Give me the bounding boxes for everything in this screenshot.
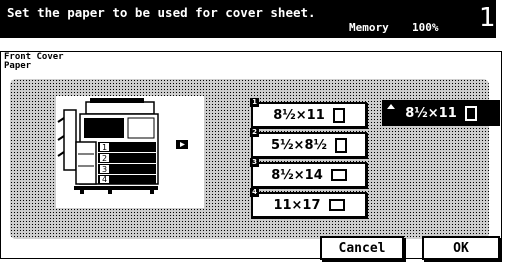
selection-arrow-icon (387, 104, 395, 109)
tray-3-button[interactable]: 3 8½×14 (250, 158, 367, 188)
tray-number-badge: 4 (250, 188, 259, 197)
ok-button[interactable]: OK (422, 236, 500, 260)
panel-label: Front Cover Paper (4, 52, 64, 71)
screen-number: 1 (479, 3, 496, 33)
portrait-paper-icon (334, 137, 347, 153)
memory-label: Memory (349, 21, 389, 34)
landscape-paper-icon (330, 169, 347, 181)
tray-paper-size: 8½×14 (271, 167, 323, 183)
memory-value: 100% (412, 21, 439, 34)
tray-4-button[interactable]: 4 11×17 (250, 188, 367, 218)
message-bar: Set the paper to be used for cover sheet… (0, 0, 496, 38)
tray-number-label: 1 (102, 143, 107, 152)
copier-machine-icon: 1 2 3 4 (57, 98, 188, 194)
tray-number-badge: 3 (250, 158, 259, 167)
selected-paper-size: 8½×11 (405, 105, 457, 121)
front-cover-paper-panel: Front Cover Paper 1 2 3 4 1 8½×11 2 5½×8… (0, 51, 502, 259)
tray-number-label: 2 (102, 154, 107, 163)
cancel-button[interactable]: Cancel (320, 236, 404, 260)
machine-illustration: 1 2 3 4 (56, 96, 204, 208)
tray-number-label: 4 (102, 175, 107, 184)
tray-paper-size: 8½×11 (273, 107, 325, 123)
tray-1-button[interactable]: 1 8½×11 (250, 98, 367, 128)
tray-2-button[interactable]: 2 5½×8½ (250, 128, 367, 158)
tray-number-label: 3 (102, 165, 107, 174)
portrait-paper-icon (464, 105, 477, 121)
tray-paper-size: 11×17 (273, 197, 321, 213)
tray-number-badge: 2 (250, 128, 259, 137)
tray-paper-size: 5½×8½ (271, 137, 327, 153)
instruction-text: Set the paper to be used for cover sheet… (7, 5, 316, 20)
landscape-paper-icon (328, 199, 345, 211)
portrait-paper-icon (332, 107, 345, 123)
tray-number-badge: 1 (250, 98, 259, 107)
selected-paper-display: 8½×11 (382, 100, 500, 126)
